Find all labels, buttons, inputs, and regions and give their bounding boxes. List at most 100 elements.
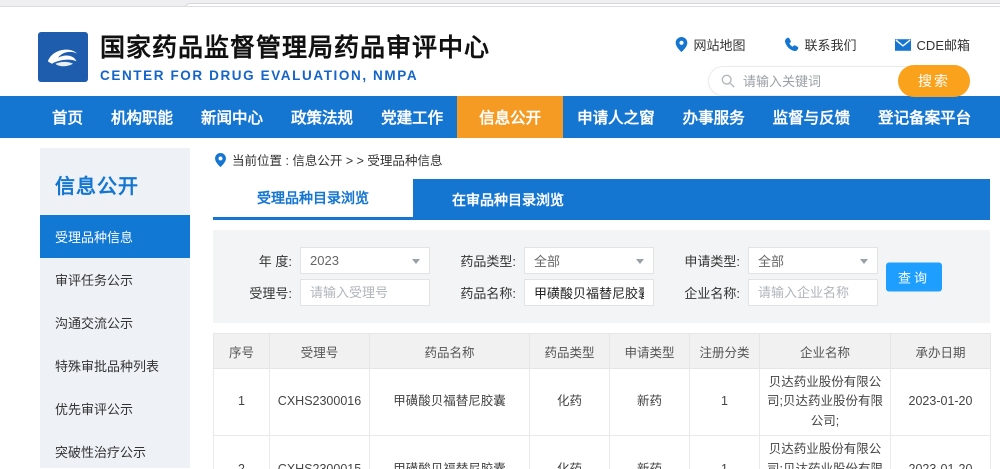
search-button[interactable]: 搜索 (898, 65, 970, 97)
nav-item-3[interactable]: 新闻中心 (187, 96, 277, 138)
site-title: 国家药品监督管理局药品审评中心 (100, 34, 491, 62)
table-row: 1 CXHS2300016 甲磺酸贝福替尼胶囊 化药 新药 1 贝达药业股份有限公司;贝达药… (213, 367, 991, 437)
nav-item-7[interactable]: 申请人之窗 (563, 96, 669, 138)
column-header: 企业名称 (759, 333, 891, 369)
title-block: 国家药品监督管理局药品审评中心 CENTER FOR DRUG EVALUATI… (100, 33, 490, 83)
sidebar-item-4[interactable]: 特殊审批品种列表 (40, 344, 190, 387)
search-input[interactable] (735, 73, 898, 89)
year-label: 年 度: (258, 254, 292, 269)
site-search: 搜索 (708, 65, 970, 97)
nav-item-2[interactable]: 机构职能 (97, 96, 187, 138)
chevron-down-icon (636, 259, 644, 264)
table-cell: CXHS2300015 (269, 435, 370, 469)
apply-type-value: 全部 (758, 254, 785, 269)
table-cell: 新药 (609, 367, 690, 437)
nav-item-4[interactable]: 政策法规 (277, 96, 367, 138)
column-header: 受理号 (269, 333, 370, 369)
phone-icon (784, 37, 798, 52)
main-nav: 首页 机构职能 新闻中心 政策法规 党建工作 信息公开 申请人之窗 办事服务 监督与反馈 登记备案… (0, 96, 1000, 138)
content-area: 信息公开 受理品种信息 审评任务公示 沟通交流公示 特殊审批品种列表 优先审评公示 突破性… (0, 138, 1000, 469)
drug-name-label: 药品名称: (460, 286, 516, 301)
site-header: 国家药品监督管理局药品审评中心 CENTER FOR DRUG EVALUATI… (0, 7, 1000, 97)
table-cell: 1 (213, 367, 270, 437)
column-header: 药品名称 (369, 333, 530, 369)
column-header: 承办日期 (890, 333, 991, 369)
browser-edge-strip (0, 0, 1000, 7)
results-table: 序号 受理号 药品名称 药品类型 申请类型 注册分类 企业名称 承办日期 1 CXHS23000… (213, 333, 991, 469)
table-cell: 新药 (609, 435, 690, 469)
year-value: 2023 (310, 253, 339, 268)
drug-name-input[interactable] (524, 279, 654, 306)
drug-type-label: 药品类型: (460, 254, 516, 269)
nav-item-9[interactable]: 监督与反馈 (759, 96, 865, 138)
chevron-down-icon (412, 259, 420, 264)
location-pin-icon (675, 37, 687, 52)
location-pin-icon (215, 152, 226, 167)
acceptance-no-filter: 受理号: (228, 279, 430, 306)
apply-type-label: 申请类型: (684, 254, 740, 269)
mailbox-link[interactable]: CDE邮箱 (894, 35, 970, 54)
tab-accepted-catalog[interactable]: 受理品种目录浏览 (213, 179, 413, 217)
nav-item-10[interactable]: 登记备案平台 (864, 96, 985, 138)
nav-item-5[interactable]: 党建工作 (367, 96, 457, 138)
swan-logo-icon (47, 49, 78, 67)
sitemap-label: 网站地图 (693, 38, 746, 53)
sitemap-link[interactable]: 网站地图 (675, 35, 746, 54)
sidebar-item-5[interactable]: 优先审评公示 (40, 387, 190, 430)
cde-logo (38, 32, 88, 82)
contact-link[interactable]: 联系我们 (784, 35, 857, 54)
table-cell: 2023-01-20 (890, 367, 991, 437)
nav-item-6[interactable]: 信息公开 (457, 96, 564, 138)
filter-row-1: 年 度: 2023 药品类型: 全部 申请类型: 全部 (228, 247, 975, 274)
drug-type-value: 全部 (534, 254, 561, 269)
column-header: 注册分类 (689, 333, 760, 369)
year-filter: 年 度: 2023 (228, 247, 430, 274)
sidebar: 信息公开 受理品种信息 审评任务公示 沟通交流公示 特殊审批品种列表 优先审评公示 突破性… (40, 148, 190, 468)
table-cell: 甲磺酸贝福替尼胶囊 (369, 435, 530, 469)
mail-icon (894, 38, 911, 51)
column-header: 药品类型 (529, 333, 610, 369)
drug-type-filter: 药品类型: 全部 (452, 247, 654, 274)
search-icon (721, 74, 735, 88)
sidebar-item-2[interactable]: 审评任务公示 (40, 258, 190, 301)
main-panel: 当前位置 : 信息公开 > > 受理品种信息 受理品种目录浏览 在审品种目录浏览… (213, 148, 991, 469)
company-label: 企业名称: (684, 286, 740, 301)
site-subtitle: CENTER FOR DRUG EVALUATION, NMPA (100, 68, 419, 83)
filter-row-2: 受理号: 药品名称: 企业名称: (228, 279, 975, 306)
column-header: 序号 (213, 333, 270, 369)
apply-type-select[interactable]: 全部 (748, 247, 878, 274)
table-cell: CXHS2300016 (269, 367, 370, 437)
table-cell: 1 (689, 367, 760, 437)
sidebar-title: 信息公开 (55, 176, 139, 198)
sidebar-item-3[interactable]: 沟通交流公示 (40, 301, 190, 344)
contact-label: 联系我们 (804, 38, 857, 53)
table-cell: 2 (213, 435, 270, 469)
table-cell: 化药 (529, 367, 610, 437)
drug-name-filter: 药品名称: (452, 279, 654, 306)
year-select[interactable]: 2023 (300, 247, 430, 274)
company-input[interactable] (748, 279, 878, 306)
drug-type-select[interactable]: 全部 (524, 247, 654, 274)
acceptance-no-input[interactable] (300, 279, 430, 306)
table-row: 2 CXHS2300015 甲磺酸贝福替尼胶囊 化药 新药 1 贝达药业股份有限公司;贝达药… (213, 435, 991, 469)
breadcrumb-text: 当前位置 : 信息公开 > > 受理品种信息 (232, 154, 443, 168)
tab-under-review-catalog[interactable]: 在审品种目录浏览 (413, 179, 603, 220)
nav-item-1[interactable]: 首页 (38, 96, 97, 138)
sidebar-item-1[interactable]: 受理品种信息 (40, 215, 190, 258)
sidebar-item-6[interactable]: 突破性治疗公示 (40, 430, 190, 469)
filter-panel: 年 度: 2023 药品类型: 全部 申请类型: 全部 受理号: 请输入受理号 … (213, 230, 990, 323)
table-cell: 贝达药业股份有限公司;贝达药业股份有限公司; (759, 367, 891, 437)
query-button[interactable]: 查询 (886, 262, 942, 291)
table-cell: 甲磺酸贝福替尼胶囊 (369, 367, 530, 437)
nav-item-8[interactable]: 办事服务 (669, 96, 759, 138)
apply-type-filter: 申请类型: 全部 (676, 247, 878, 274)
top-links: 网站地图 联系我们 CDE邮箱 (675, 35, 970, 54)
table-header-row: 序号 受理号 药品名称 药品类型 申请类型 注册分类 企业名称 承办日期 (213, 333, 991, 369)
sidebar-items: 受理品种信息审评任务公示沟通交流公示特殊审批品种列表优先审评公示突破性治疗公示三… (40, 215, 190, 469)
table-cell: 1 (689, 435, 760, 469)
table-cell: 化药 (529, 435, 610, 469)
chevron-down-icon (860, 259, 868, 264)
column-header: 申请类型 (609, 333, 690, 369)
company-filter: 企业名称: (676, 279, 878, 306)
table-cell: 贝达药业股份有限公司;贝达药业股份有限公司; (759, 435, 891, 469)
